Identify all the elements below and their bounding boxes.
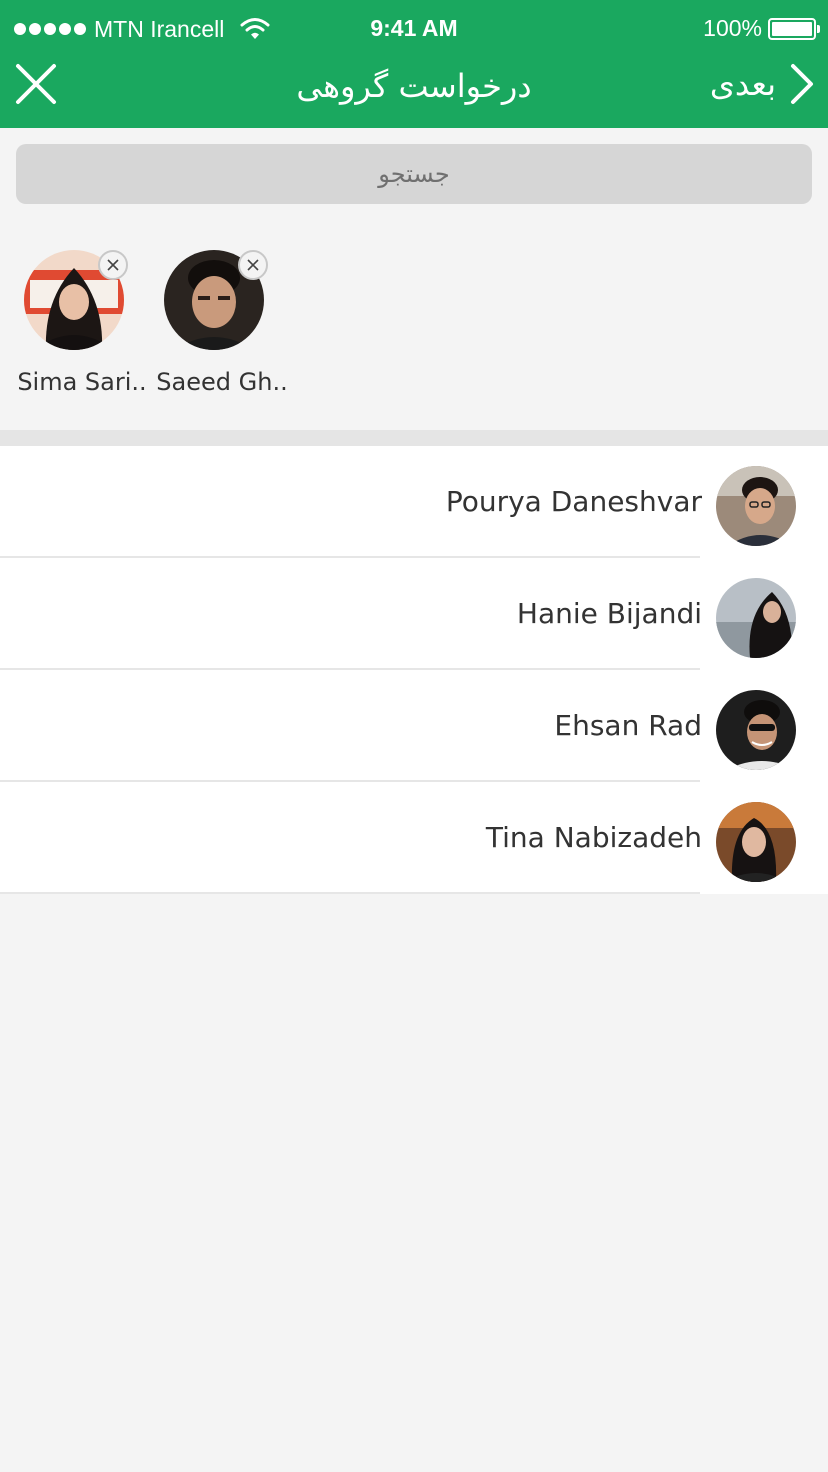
close-icon bbox=[107, 259, 119, 271]
user-photo-icon bbox=[716, 690, 796, 770]
contact-name: Hanie Bijandi bbox=[516, 597, 702, 630]
user-photo-icon bbox=[716, 466, 796, 546]
next-button-label: بعدی bbox=[709, 65, 776, 103]
contact-name: Pourya Daneshvar bbox=[445, 485, 702, 518]
battery-icon bbox=[768, 17, 820, 40]
status-bar: MTN Irancell 9:41 AM 100% bbox=[0, 0, 828, 58]
close-icon[interactable] bbox=[12, 60, 60, 108]
section-divider bbox=[0, 430, 828, 446]
status-right: 100% bbox=[703, 15, 820, 42]
contact-row[interactable]: Hanie Bijandi bbox=[0, 558, 828, 670]
battery-percent: 100% bbox=[703, 15, 762, 41]
contact-list: Pourya Daneshvar Hanie Bijandi Ehsan Rad… bbox=[0, 446, 828, 894]
contact-name: Ehsan Rad bbox=[554, 709, 702, 742]
user-photo-icon bbox=[716, 578, 796, 658]
next-button[interactable]: بعدی bbox=[710, 56, 814, 112]
page-title: درخواست گروهی bbox=[296, 67, 532, 105]
user-photo-icon bbox=[716, 802, 796, 882]
row-separator bbox=[0, 892, 700, 894]
contact-name: Tina Nabizadeh bbox=[485, 821, 702, 854]
remove-selected-button[interactable] bbox=[238, 250, 268, 280]
remove-selected-button[interactable] bbox=[98, 250, 128, 280]
selected-contact-name: Sima Sari.. bbox=[17, 368, 147, 396]
contact-row[interactable]: Pourya Daneshvar bbox=[0, 446, 828, 558]
header-bar: MTN Irancell 9:41 AM 100% درخواست گروهی … bbox=[0, 0, 828, 128]
selected-contact-name: Saeed Gh.. bbox=[156, 368, 288, 396]
contact-row[interactable]: Ehsan Rad bbox=[0, 670, 828, 782]
search-input[interactable]: جستجو bbox=[16, 144, 812, 204]
chevron-right-icon bbox=[791, 64, 813, 104]
contact-row[interactable]: Tina Nabizadeh bbox=[0, 782, 828, 894]
close-icon bbox=[247, 259, 259, 271]
